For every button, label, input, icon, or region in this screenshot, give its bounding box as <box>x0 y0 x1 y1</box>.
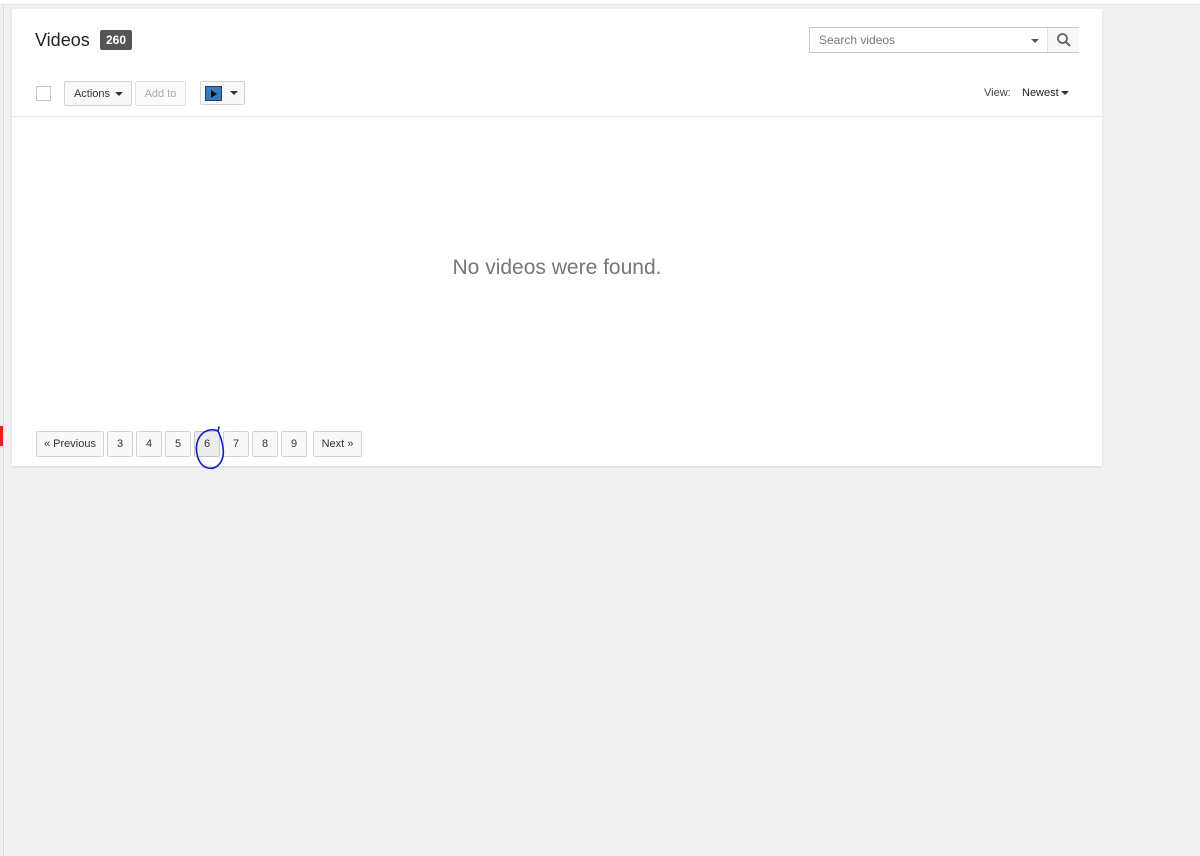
search-button[interactable] <box>1047 28 1079 52</box>
page-button-8[interactable]: 8 <box>252 431 278 457</box>
page-title: Videos <box>35 30 90 50</box>
videos-card: Videos 260 Actions Add to View: Newest N… <box>12 9 1102 466</box>
select-all-checkbox[interactable] <box>36 86 51 101</box>
video-count-badge: 260 <box>100 30 133 50</box>
search-icon <box>1057 33 1071 47</box>
thumbnail-view-button[interactable] <box>200 81 245 105</box>
left-edge-marker <box>0 426 3 446</box>
view-sort-select[interactable]: Newest <box>1022 87 1059 99</box>
page-button-5[interactable]: 5 <box>165 431 191 457</box>
search-options-caret-down-icon[interactable] <box>1031 39 1039 43</box>
thumbnail-caret-down-icon <box>230 91 238 95</box>
toolbar-divider <box>12 116 1102 117</box>
left-edge-rule <box>3 4 4 856</box>
page-button-4[interactable]: 4 <box>136 431 162 457</box>
page-button-3[interactable]: 3 <box>107 431 133 457</box>
previous-page-button[interactable]: « Previous <box>36 431 104 457</box>
top-strip <box>0 0 1200 5</box>
view-caret-down-icon[interactable] <box>1061 91 1069 95</box>
video-thumbnail-icon <box>205 86 222 101</box>
actions-button[interactable]: Actions <box>64 81 132 106</box>
view-label: View: <box>984 87 1011 99</box>
next-page-button[interactable]: Next » <box>313 431 362 457</box>
page-button-7[interactable]: 7 <box>223 431 249 457</box>
actions-button-label: Actions <box>73 88 111 100</box>
add-to-button[interactable]: Add to <box>135 81 186 106</box>
search-input[interactable] <box>810 28 1031 52</box>
actions-caret-down-icon <box>115 92 123 96</box>
search-box <box>809 27 1079 53</box>
page-button-9[interactable]: 9 <box>281 431 307 457</box>
empty-state-message: No videos were found. <box>452 256 662 279</box>
page-button-6-current[interactable]: 6 <box>194 431 220 457</box>
